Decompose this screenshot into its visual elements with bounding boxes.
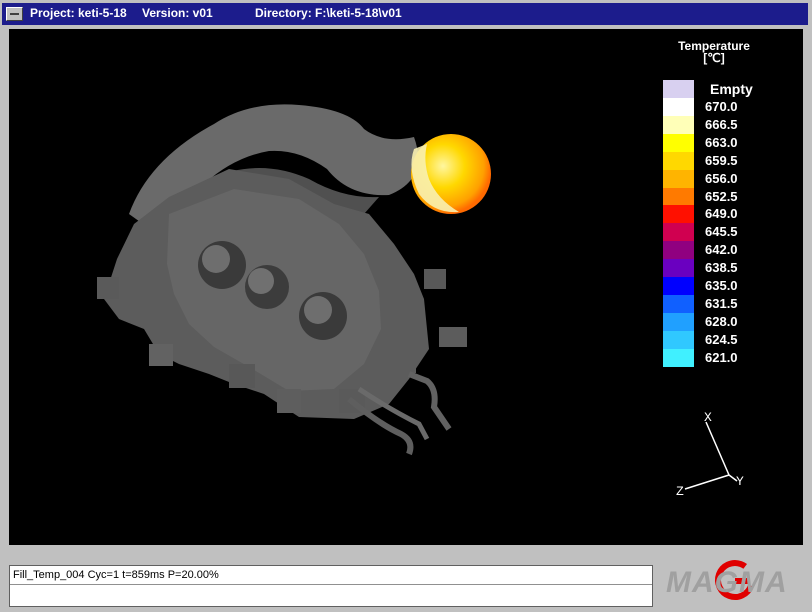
legend-row: 628.0 (663, 312, 783, 331)
boss-6 (394, 351, 416, 373)
system-menu-button[interactable] (6, 7, 23, 21)
boss-2 (149, 344, 173, 366)
legend-row: 642.0 (663, 241, 783, 260)
legend-label: 656.0 (705, 170, 738, 186)
title-bar-background: Project: keti-5-18 Version: v01 Director… (2, 3, 808, 25)
boss-7 (424, 269, 446, 289)
boss-8 (439, 327, 467, 347)
logo-text: MAGMA (666, 566, 788, 599)
legend-swatch (663, 312, 694, 331)
legend-label: 649.0 (705, 206, 738, 222)
legend-swatch (663, 151, 694, 170)
legend-row: 649.0 (663, 205, 783, 224)
legend-row: 638.5 (663, 259, 783, 278)
legend-row: 656.0 (663, 169, 783, 188)
system-menu-icon (10, 13, 19, 15)
legend-label: 631.5 (705, 295, 738, 311)
legend-row-empty: Empty (663, 80, 783, 98)
legend-swatch (663, 169, 694, 188)
legend-row: 631.5 (663, 294, 783, 313)
orientation-triad: X Y Z (669, 405, 749, 505)
legend-swatch (663, 80, 694, 98)
legend-swatch (663, 294, 694, 313)
version-label: Version: v01 (142, 6, 213, 20)
legend-swatch (663, 98, 694, 116)
legend-swatch (663, 348, 694, 367)
simulation-viewport[interactable]: Temperature [℃] Empty 670.0 666.5 663.0 659.… (9, 29, 803, 545)
legend-row: 635.0 (663, 277, 783, 295)
legend-row: 652.5 (663, 187, 783, 206)
legend-row: 666.5 (663, 115, 783, 134)
legend-label: 645.5 (705, 224, 738, 240)
legend-label: 670.0 (705, 99, 738, 114)
boss-1 (97, 277, 119, 299)
legend-row: 670.0 (663, 98, 783, 116)
bore-3-inner (304, 296, 332, 324)
project-label: Project: keti-5-18 (30, 6, 127, 20)
magma-logo: MAGMA (664, 558, 810, 608)
status-panel: Fill_Temp_004 Cyc=1 t=859ms P=20.00% (9, 565, 653, 607)
legend-swatch (663, 133, 694, 152)
boss-4 (277, 389, 301, 413)
legend-label: 638.5 (705, 260, 738, 276)
legend-label: 659.5 (705, 152, 738, 168)
legend-label: 663.0 (705, 134, 738, 150)
legend-row: 663.0 (663, 133, 783, 152)
bore-1-inner (202, 245, 230, 273)
legend-row: 624.5 (663, 330, 783, 349)
legend-swatch (663, 115, 694, 134)
legend-swatch (663, 241, 694, 260)
legend-swatch (663, 223, 694, 242)
status-line-1: Fill_Temp_004 Cyc=1 t=859ms P=20.00% (10, 566, 652, 585)
legend-swatch (663, 205, 694, 224)
legend-label: 624.5 (705, 331, 738, 347)
legend-label: 652.5 (705, 188, 738, 204)
legend-row: 621.0 (663, 348, 783, 367)
directory-label: Directory: F:\keti-5-18\v01 (255, 6, 402, 20)
legend-swatch (663, 187, 694, 206)
legend-row: 645.5 (663, 223, 783, 242)
legend-title-line2: [℃] (703, 51, 725, 65)
axis-x-label: X (704, 410, 712, 425)
boss-3 (229, 364, 255, 388)
legend-label: 635.0 (705, 278, 738, 293)
legend-row: 659.5 (663, 151, 783, 170)
title-bar: Project: keti-5-18 Version: v01 Director… (0, 0, 812, 28)
axis-y-label: Y (736, 474, 744, 489)
axis-z-label: Z (676, 484, 684, 499)
legend-swatch (663, 277, 694, 295)
legend-label: 621.0 (705, 349, 738, 365)
bore-2-inner (248, 268, 274, 294)
legend-label: Empty (710, 81, 753, 97)
legend-label: 642.0 (705, 242, 738, 258)
legend-swatch (663, 330, 694, 349)
legend-label: 628.0 (705, 313, 738, 329)
legend-swatch (663, 259, 694, 278)
legend-title: Temperature [℃] (664, 40, 764, 64)
legend-label: 666.5 (705, 116, 738, 132)
